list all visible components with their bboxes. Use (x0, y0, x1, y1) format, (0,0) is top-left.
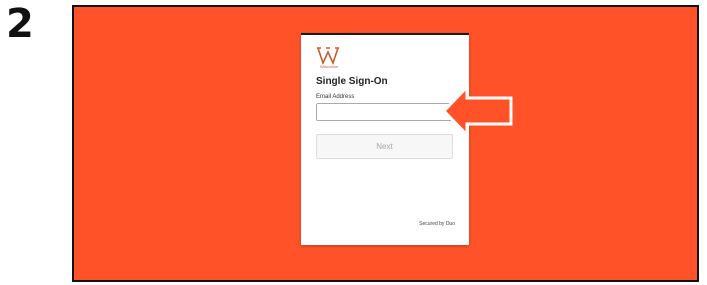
email-field[interactable] (316, 103, 453, 121)
next-button[interactable]: Next (316, 134, 453, 159)
step-number: 2 (6, 1, 34, 47)
email-label: Email Address (316, 94, 355, 100)
logo-text: Wisconsin (319, 64, 339, 69)
secured-by-duo-text: Secured by Duo (419, 221, 455, 227)
screenshot-frame: Wisconsin Single Sign-On Email Address N… (72, 5, 699, 282)
left-arrow-callout-icon (441, 83, 513, 139)
page-title: Single Sign-On (316, 76, 388, 87)
login-card: Wisconsin Single Sign-On Email Address N… (301, 33, 469, 245)
